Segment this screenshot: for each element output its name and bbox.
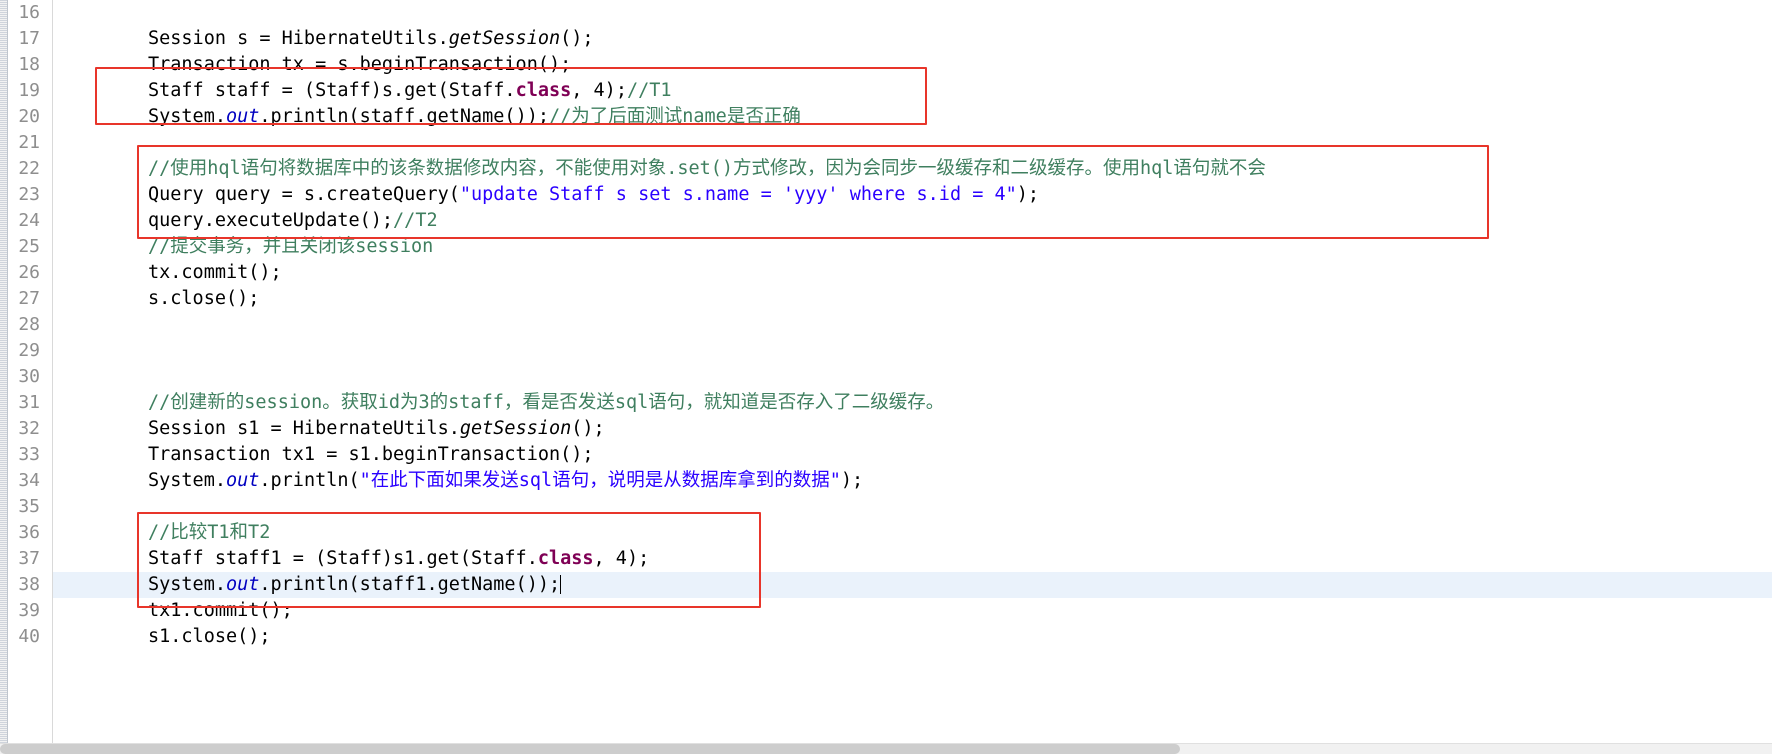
code-token-plain: query.executeUpdate(); (148, 210, 394, 231)
code-line[interactable]: Staff staff1 = (Staff)s1.get(Staff.class… (53, 546, 1772, 572)
code-line[interactable]: //使用hql语句将数据库中的该条数据修改内容，不能使用对象.set()方式修改… (53, 156, 1772, 182)
code-token-cmt: //T1 (626, 80, 672, 101)
line-number: 19 (18, 80, 40, 101)
code-token-plain: Session s = HibernateUtils. (148, 28, 449, 49)
code-line[interactable]: Staff staff = (Staff)s.get(Staff.class, … (53, 78, 1772, 104)
line-number: 24 (18, 210, 40, 231)
horizontal-scrollbar-track[interactable] (0, 743, 1772, 754)
code-line[interactable]: s1.close(); (53, 624, 1772, 650)
line-number: 18 (18, 54, 40, 75)
line-number: 28 (18, 314, 40, 335)
code-line[interactable] (53, 338, 1772, 364)
code-editor[interactable]: 16 17 18 19 20 21 22 23 24 25 26 27 28 29 30 31 32 33 34 35… (0, 0, 1772, 754)
code-token-mth: getSession (459, 418, 572, 439)
code-token-fld: out (225, 470, 260, 491)
line-number: 38 (18, 574, 40, 595)
code-token-plain: (); (560, 28, 594, 49)
code-token-plain: Transaction tx1 = s1.beginTransaction(); (148, 444, 594, 465)
code-token-plain: Query query = s.createQuery( (148, 184, 460, 205)
code-token-plain: ); (840, 470, 864, 491)
code-line[interactable]: Transaction tx = s.beginTransaction(); (53, 52, 1772, 78)
code-token-plain: (); (571, 418, 605, 439)
code-line[interactable]: System.out.println("在此下面如果发送sql语句，说明是从数据… (53, 468, 1772, 494)
line-number: 32 (18, 418, 40, 439)
line-number: 29 (18, 340, 40, 361)
code-token-kw: class (515, 80, 572, 101)
code-token-plain: .println(staff1.getName()); (259, 574, 561, 595)
line-number: 17 (18, 28, 40, 49)
code-token-plain: s1.close(); (148, 626, 271, 647)
code-token-mth: getSession (448, 28, 561, 49)
code-token-plain: System. (148, 106, 226, 127)
line-number: 40 (18, 626, 40, 647)
code-line[interactable] (53, 364, 1772, 390)
code-line[interactable]: query.executeUpdate();//T2 (53, 208, 1772, 234)
line-number: 16 (18, 2, 40, 23)
code-token-fld: out (225, 574, 260, 595)
line-number: 35 (18, 496, 40, 517)
code-line[interactable] (53, 494, 1772, 520)
code-token-plain: Session s1 = HibernateUtils. (148, 418, 460, 439)
code-token-cmt: //创建新的session。获取id为3的staff，看是否发送sql语句，就知… (148, 392, 945, 413)
code-token-plain: .println(staff.getName()); (259, 106, 549, 127)
code-token-kw: class (537, 548, 594, 569)
code-line[interactable]: Query query = s.createQuery("update Staf… (53, 182, 1772, 208)
code-token-plain: System. (148, 574, 226, 595)
code-token-plain: Staff staff1 = (Staff)s1.get(Staff. (148, 548, 538, 569)
code-token-plain: tx.commit(); (148, 262, 282, 283)
editor-gutter[interactable]: 16 17 18 19 20 21 22 23 24 25 26 27 28 29 30 31 32 33 34 35… (0, 0, 53, 754)
code-token-cmt: //比较T1和T2 (148, 522, 271, 543)
line-number: 22 (18, 158, 40, 179)
horizontal-scrollbar-thumb[interactable] (0, 744, 1180, 754)
code-line[interactable]: Session s1 = HibernateUtils.getSession()… (53, 416, 1772, 442)
code-token-plain: tx1.commit(); (148, 600, 293, 621)
code-line[interactable] (53, 0, 1772, 26)
line-number: 36 (18, 522, 40, 543)
code-token-cmt: //提交事务，并且关闭该session (148, 236, 434, 257)
code-line[interactable]: Transaction tx1 = s1.beginTransaction(); (53, 442, 1772, 468)
code-line[interactable]: System.out.println(staff1.getName()); (53, 572, 1772, 598)
code-line[interactable]: //比较T1和T2 (53, 520, 1772, 546)
code-token-fld: out (225, 106, 260, 127)
code-token-plain: , 4); (571, 80, 627, 101)
code-token-plain: , 4); (593, 548, 650, 569)
code-text-area[interactable]: Session s = HibernateUtils.getSession();… (53, 0, 1772, 754)
code-token-cmt: //为了后面测试name是否正确 (548, 106, 801, 127)
line-number-ruler: 16 17 18 19 20 21 22 23 24 25 26 27 28 29 30 31 32 33 34 35… (0, 0, 44, 650)
code-line[interactable]: //提交事务，并且关闭该session (53, 234, 1772, 260)
code-token-plain: s.close(); (148, 288, 260, 309)
line-number: 26 (18, 262, 40, 283)
code-line[interactable]: Session s = HibernateUtils.getSession(); (53, 26, 1772, 52)
code-token-plain: Staff staff = (Staff)s.get(Staff. (148, 80, 516, 101)
line-number: 33 (18, 444, 40, 465)
code-line[interactable]: s.close(); (53, 286, 1772, 312)
code-token-plain: .println( (259, 470, 360, 491)
code-line[interactable] (53, 130, 1772, 156)
code-line[interactable] (53, 312, 1772, 338)
line-number: 23 (18, 184, 40, 205)
line-number: 37 (18, 548, 40, 569)
code-token-str: "在此下面如果发送sql语句，说明是从数据库拿到的数据" (359, 470, 841, 491)
code-line[interactable]: tx1.commit(); (53, 598, 1772, 624)
line-number: 34 (18, 470, 40, 491)
line-number: 25 (18, 236, 40, 257)
code-line[interactable]: //创建新的session。获取id为3的staff，看是否发送sql语句，就知… (53, 390, 1772, 416)
code-token-str: "update Staff s set s.name = 'yyy' where… (459, 184, 1017, 205)
code-token-cmt: //T2 (393, 210, 438, 231)
code-token-plain: ); (1016, 184, 1040, 205)
line-number: 21 (18, 132, 40, 153)
text-caret (560, 575, 562, 594)
code-line[interactable]: tx.commit(); (53, 260, 1772, 286)
line-number: 20 (18, 106, 40, 127)
code-token-plain: Transaction tx = s.beginTransaction(); (148, 54, 572, 75)
line-number: 31 (18, 392, 40, 413)
line-number: 27 (18, 288, 40, 309)
code-token-plain: System. (148, 470, 226, 491)
code-token-cmt: //使用hql语句将数据库中的该条数据修改内容，不能使用对象.set()方式修改… (148, 158, 1266, 179)
line-number: 30 (18, 366, 40, 387)
line-number: 39 (18, 600, 40, 621)
code-line[interactable]: System.out.println(staff.getName());//为了… (53, 104, 1772, 130)
